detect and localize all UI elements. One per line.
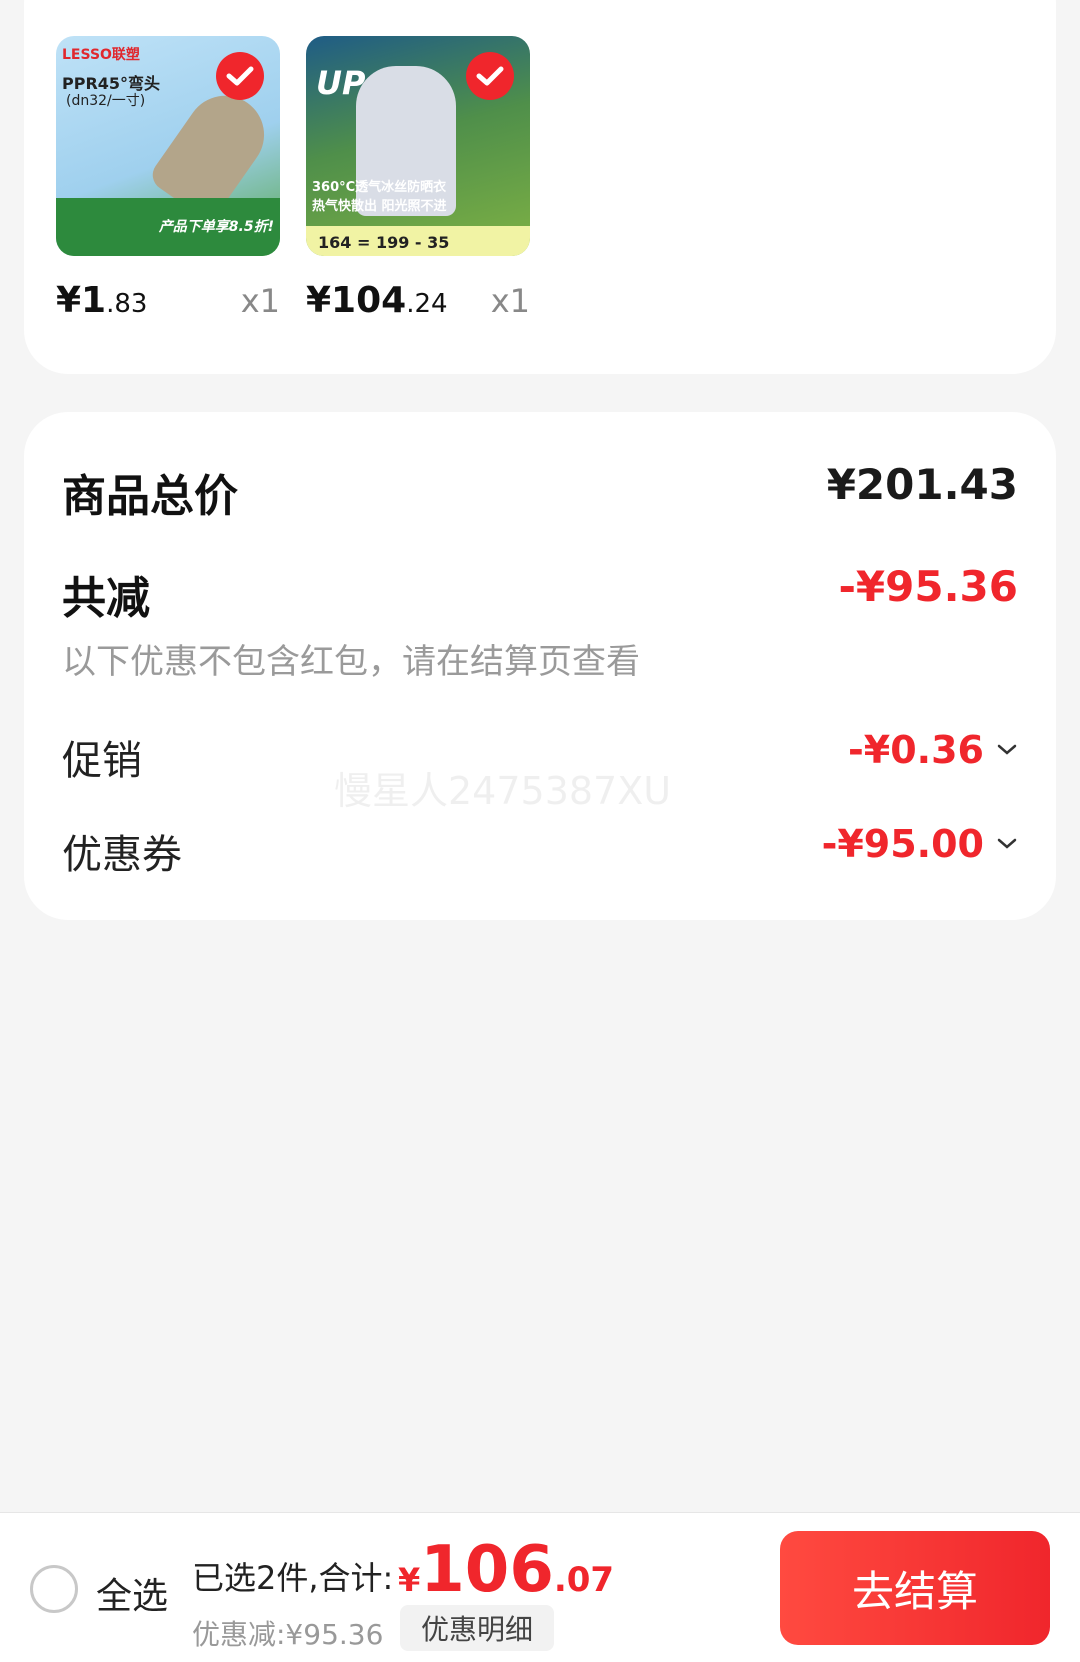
- coupon-label: 优惠券: [62, 832, 182, 878]
- reduction-note-row: 以下优惠不包含红包，请在结算页查看: [62, 634, 1018, 683]
- select-all-radio[interactable]: [30, 1565, 78, 1613]
- price-summary-card: 商品总价 ¥201.43 共减 -¥95.36 以下优惠不包含红包，请在结算页查…: [24, 412, 1056, 920]
- total-currency: ¥: [398, 1561, 421, 1599]
- thumb-brand: LESSO联塑: [62, 47, 140, 63]
- price-row: ¥1.83 x1: [56, 274, 280, 334]
- selected-check-icon[interactable]: [466, 52, 514, 100]
- product-thumbnail[interactable]: LESSO联塑 PPR45°弯头 (dn32/一寸) 产品下单享8.5折!: [56, 36, 280, 256]
- price-decimal: .83: [106, 289, 148, 319]
- selected-count-text: 已选2件,合计:: [192, 1559, 394, 1597]
- thumb-strip-text: 164 = 199 - 35: [318, 233, 450, 252]
- promo-value: -¥0.36: [848, 728, 984, 772]
- total-price-label: 商品总价: [62, 471, 238, 522]
- price-integer: ¥1: [56, 280, 107, 321]
- coupon-row[interactable]: 优惠券 -¥95.00: [62, 822, 1018, 878]
- select-all-label[interactable]: 全选: [96, 1567, 168, 1619]
- reduction-value: -¥95.36: [838, 562, 1018, 611]
- reduction-label: 共减: [62, 573, 150, 624]
- total-price-row: 商品总价 ¥201.43: [62, 460, 1018, 522]
- product-thumbnail[interactable]: UP 360°C透气冰丝防晒衣 热气快散出 阳光照不进 164 = 199 - …: [306, 36, 530, 256]
- product-price: ¥104.24: [306, 280, 448, 321]
- total-integer: 106: [420, 1533, 554, 1607]
- discount-text: 优惠减:¥95.36: [192, 1618, 384, 1651]
- products-card: LESSO联塑 PPR45°弯头 (dn32/一寸) 产品下单享8.5折! ¥1…: [24, 0, 1056, 374]
- checkout-button[interactable]: 去结算: [780, 1531, 1050, 1645]
- product-item[interactable]: UP 360°C透气冰丝防晒衣 热气快散出 阳光照不进 164 = 199 - …: [306, 36, 530, 334]
- chevron-down-icon: [997, 838, 1017, 849]
- checkout-bar: 全选 已选2件,合计: ¥106.07 优惠减:¥95.36 优惠明细 去结算: [0, 1512, 1080, 1662]
- cart-page: LESSO联塑 PPR45°弯头 (dn32/一寸) 产品下单享8.5折! ¥1…: [0, 0, 1080, 1662]
- thumb-subtitle: (dn32/一寸): [66, 93, 146, 109]
- chevron-down-icon: [997, 744, 1017, 755]
- product-item[interactable]: LESSO联塑 PPR45°弯头 (dn32/一寸) 产品下单享8.5折! ¥1…: [56, 36, 280, 334]
- thumb-tag-text: 产品下单享8.5折!: [158, 219, 274, 235]
- product-quantity: x1: [490, 282, 530, 320]
- coupon-value: -¥95.00: [821, 822, 984, 866]
- reduction-row: 共减 -¥95.36: [62, 562, 1018, 624]
- watermark-text: 慢星人2475387XU: [334, 769, 672, 813]
- total-decimal: .07: [553, 1560, 615, 1600]
- cart-total: ¥106.07: [398, 1533, 614, 1607]
- total-price-value: ¥201.43: [826, 460, 1018, 509]
- discount-detail-button[interactable]: 优惠明细: [400, 1605, 554, 1651]
- promo-value-wrap[interactable]: -¥0.36: [848, 728, 1018, 772]
- reduction-note: 以下优惠不包含红包，请在结算页查看: [62, 642, 640, 682]
- price-decimal: .24: [406, 289, 448, 319]
- coupon-value-wrap[interactable]: -¥95.00: [822, 822, 1018, 866]
- selected-check-icon[interactable]: [216, 52, 264, 100]
- price-row: ¥104.24 x1: [306, 274, 530, 334]
- thumb-caption: 360°C透气冰丝防晒衣 热气快散出 阳光照不进: [312, 180, 447, 214]
- promo-label: 促销: [62, 738, 142, 784]
- price-integer: ¥104: [306, 280, 407, 321]
- product-price: ¥1.83: [56, 280, 147, 321]
- product-quantity: x1: [240, 282, 280, 320]
